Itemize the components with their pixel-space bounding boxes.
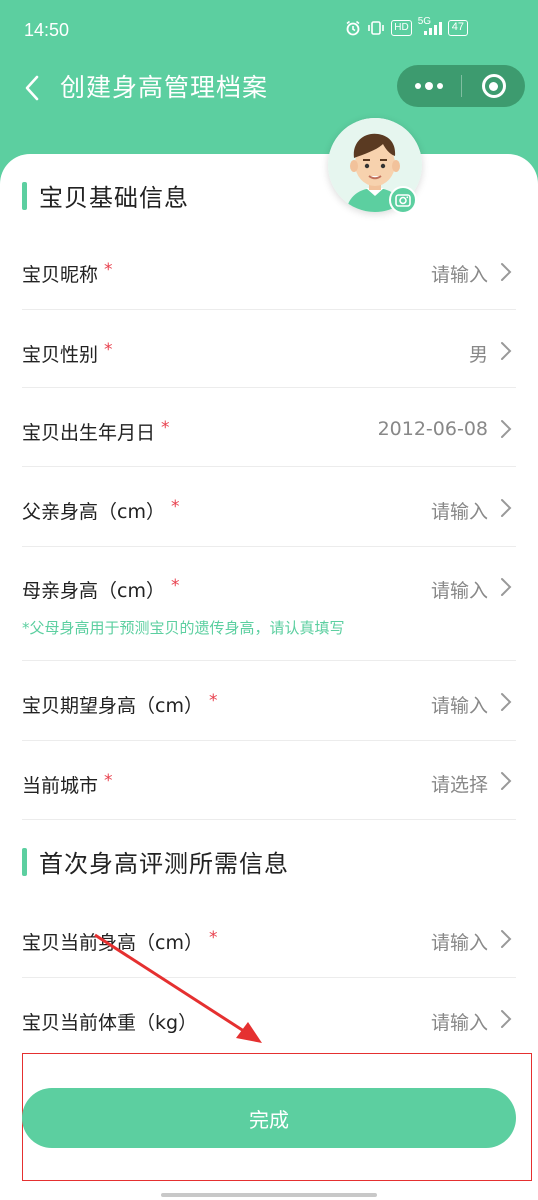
section-accent-bar (22, 847, 27, 876)
status-icons: HD 5G 47 (345, 16, 468, 36)
alarm-icon (345, 20, 361, 36)
required-mark: * (208, 691, 218, 711)
status-time: 14:50 (24, 20, 70, 40)
field-value: 男 (468, 344, 488, 366)
field-value: 请输入 (430, 580, 488, 602)
submit-button[interactable]: 完成 (22, 1088, 516, 1148)
field-value: 2012-06-08 (377, 418, 488, 440)
hd-icon: HD (391, 20, 412, 36)
field-label: 宝贝当前体重（kg） (22, 1012, 198, 1034)
field-value: 请选择 (430, 774, 488, 796)
section-title: 首次身高评测所需信息 (39, 850, 289, 878)
more-dot-icon (425, 82, 433, 90)
miniprogram-capsule (397, 65, 525, 107)
field-value: 请输入 (430, 932, 488, 954)
required-mark: * (104, 340, 113, 360)
field-row-nickname[interactable]: 宝贝昵称 * 请输入 (22, 232, 516, 310)
chevron-right-icon (501, 772, 512, 790)
field-label: 父亲身高（cm） (22, 501, 165, 523)
field-label: 当前城市 (22, 775, 99, 797)
status-bar: 14:50 HD 5G 47 (0, 0, 538, 60)
field-value: 请输入 (430, 501, 488, 523)
field-label: 宝贝期望身高（cm） (22, 695, 203, 717)
field-row-city[interactable]: 当前城市 * 请选择 (22, 741, 516, 820)
field-row-mother-height[interactable]: 母亲身高（cm） * 请输入 (22, 547, 516, 661)
chevron-right-icon (501, 263, 512, 281)
field-label: 宝贝出生年月日 (22, 422, 156, 444)
camera-icon (395, 194, 411, 207)
section-title: 宝贝基础信息 (39, 184, 189, 212)
signal-icon: 5G (418, 16, 442, 36)
page-title: 创建身高管理档案 (60, 73, 269, 102)
field-label: 宝贝性别 (22, 344, 99, 366)
field-row-current-weight[interactable]: 宝贝当前体重（kg） 请输入 (22, 978, 516, 1058)
back-button[interactable] (18, 70, 46, 106)
field-value: 请输入 (430, 1012, 488, 1034)
required-mark: * (170, 497, 180, 517)
chevron-right-icon (501, 693, 512, 711)
field-row-father-height[interactable]: 父亲身高（cm） * 请输入 (22, 467, 516, 547)
required-mark: * (170, 576, 180, 596)
section-header-assessment: 首次身高评测所需信息 (22, 844, 289, 879)
field-row-current-height[interactable]: 宝贝当前身高（cm） * 请输入 (22, 898, 516, 978)
field-row-gender[interactable]: 宝贝性别 * 男 (22, 310, 516, 388)
more-dot-icon (415, 83, 421, 89)
vibrate-icon (367, 20, 385, 36)
camera-button[interactable] (389, 186, 417, 214)
field-row-birthday[interactable]: 宝贝出生年月日 * 2012-06-08 (22, 388, 516, 467)
field-label: 宝贝昵称 (22, 264, 99, 286)
required-mark: * (208, 928, 218, 948)
chevron-right-icon (501, 499, 512, 517)
section-accent-bar (22, 181, 27, 210)
required-mark: * (161, 418, 170, 438)
more-button[interactable] (397, 65, 461, 107)
field-row-expected-height[interactable]: 宝贝期望身高（cm） * 请输入 (22, 661, 516, 741)
home-indicator (161, 1193, 377, 1197)
close-miniprogram-button[interactable] (462, 65, 525, 107)
target-icon (481, 74, 506, 98)
required-mark: * (104, 260, 113, 280)
battery-level: 47 (451, 21, 464, 33)
field-value: 请输入 (430, 695, 488, 717)
parent-height-hint: *父母身高用于预测宝贝的遗传身高，请认真填写 (22, 619, 345, 637)
chevron-right-icon (501, 342, 512, 360)
chevron-right-icon (501, 578, 512, 596)
chevron-right-icon (501, 930, 512, 948)
required-mark: * (104, 771, 113, 791)
section-header-basic: 宝贝基础信息 (22, 178, 189, 213)
field-label: 宝贝当前身高（cm） (22, 932, 203, 954)
battery-icon: 47 (447, 20, 468, 36)
field-label: 母亲身高（cm） (22, 580, 165, 602)
more-dot-icon (437, 83, 443, 89)
chevron-right-icon (501, 420, 512, 438)
field-value: 请输入 (430, 264, 488, 286)
chevron-left-icon (25, 75, 39, 101)
chevron-right-icon (501, 1010, 512, 1028)
